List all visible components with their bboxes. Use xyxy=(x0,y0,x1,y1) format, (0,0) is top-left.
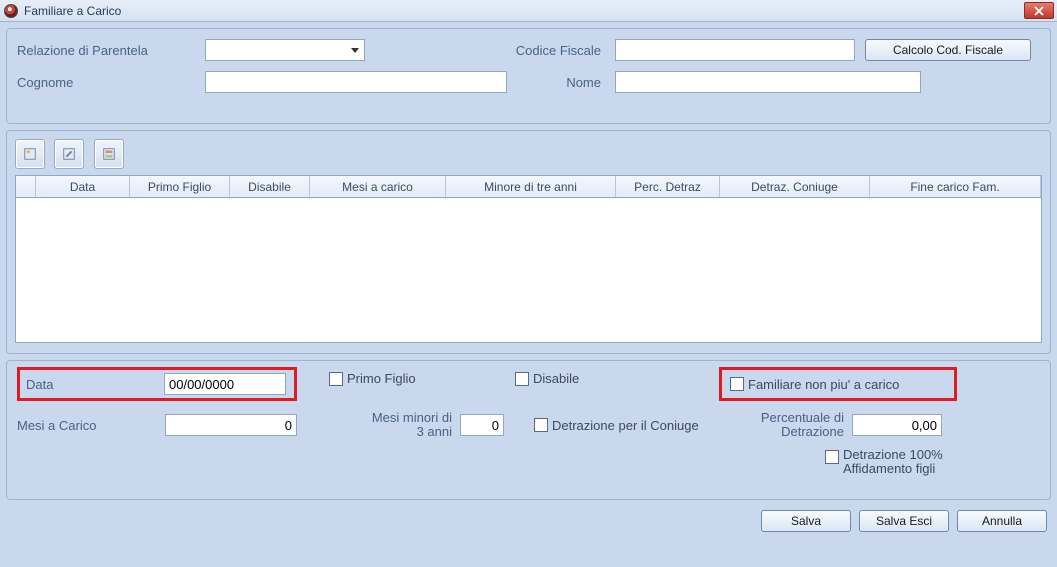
nome-input[interactable] xyxy=(615,71,921,93)
th-disabile[interactable]: Disabile xyxy=(230,176,310,197)
salva-button[interactable]: Salva xyxy=(761,510,851,532)
checkbox-icon xyxy=(515,372,529,386)
salva-esci-button[interactable]: Salva Esci xyxy=(859,510,949,532)
relazione-label: Relazione di Parentela xyxy=(17,43,205,58)
toolbar-btn-1[interactable] xyxy=(15,139,45,169)
mesi-minori-input[interactable] xyxy=(460,414,504,436)
table-header: Data Primo Figlio Disabile Mesi a carico… xyxy=(16,176,1041,198)
codice-label: Codice Fiscale xyxy=(365,43,615,58)
detail-panel: Data Primo Figlio Disabile Familiare non… xyxy=(6,360,1051,500)
th-data[interactable]: Data xyxy=(36,176,130,197)
th-perc-detraz[interactable]: Perc. Detraz xyxy=(616,176,720,197)
th-detraz-coniuge[interactable]: Detraz. Coniuge xyxy=(720,176,870,197)
perc-detraz-input[interactable] xyxy=(852,414,942,436)
data-label: Data xyxy=(26,377,164,392)
calcolo-button[interactable]: Calcolo Cod. Fiscale xyxy=(865,39,1031,61)
disabile-label: Disabile xyxy=(533,371,579,386)
th-fine-carico[interactable]: Fine carico Fam. xyxy=(870,176,1041,197)
detrazione-coniuge-checkbox[interactable]: Detrazione per il Coniuge xyxy=(534,418,734,433)
disabile-checkbox[interactable]: Disabile xyxy=(515,371,579,386)
checkbox-icon xyxy=(329,372,343,386)
primo-figlio-checkbox[interactable]: Primo Figlio xyxy=(329,371,416,386)
toolbar-btn-2[interactable] xyxy=(54,139,84,169)
data-highlight: Data xyxy=(17,367,297,401)
annulla-button[interactable]: Annulla xyxy=(957,510,1047,532)
mesi-minori-label: Mesi minori di 3 anni xyxy=(367,411,452,440)
toolbar xyxy=(15,139,1042,169)
primo-figlio-label: Primo Figlio xyxy=(347,371,416,386)
close-button[interactable] xyxy=(1024,2,1054,19)
nome-label: Nome xyxy=(507,75,615,90)
checkbox-icon xyxy=(730,377,744,391)
edit-icon xyxy=(62,147,76,161)
close-icon xyxy=(1034,6,1044,16)
checkbox-icon xyxy=(534,418,548,432)
familiare-non-piu-checkbox[interactable]: Familiare non piu' a carico xyxy=(730,377,899,392)
data-input[interactable] xyxy=(164,373,286,395)
toolbar-btn-3[interactable] xyxy=(94,139,124,169)
perc-detraz-label: Percentuale di Detrazione xyxy=(734,411,844,440)
familiare-highlight: Familiare non piu' a carico xyxy=(719,367,957,401)
detrazione-coniuge-label: Detrazione per il Coniuge xyxy=(552,418,699,433)
checkbox-icon xyxy=(825,450,839,464)
cognome-label: Cognome xyxy=(17,75,205,90)
app-icon xyxy=(4,4,18,18)
cognome-input[interactable] xyxy=(205,71,507,93)
th-primo-figlio[interactable]: Primo Figlio xyxy=(130,176,230,197)
chevron-down-icon xyxy=(351,48,359,53)
records-table[interactable]: Data Primo Figlio Disabile Mesi a carico… xyxy=(15,175,1042,343)
mesi-carico-label: Mesi a Carico xyxy=(17,418,165,433)
th-rowselector xyxy=(16,176,36,197)
titlebar: Familiare a Carico xyxy=(0,0,1057,22)
th-mesi-carico[interactable]: Mesi a carico xyxy=(310,176,446,197)
records-panel: Data Primo Figlio Disabile Mesi a carico… xyxy=(6,130,1051,354)
detraz-100-label: Detrazione 100% Affidamento figli xyxy=(843,448,963,477)
sheet-icon xyxy=(23,147,37,161)
mesi-carico-input[interactable] xyxy=(165,414,297,436)
window-title: Familiare a Carico xyxy=(24,4,121,18)
familiare-non-piu-label: Familiare non piu' a carico xyxy=(748,377,899,392)
grid-icon xyxy=(102,147,116,161)
th-minore-tre[interactable]: Minore di tre anni xyxy=(446,176,616,197)
codice-input[interactable] xyxy=(615,39,855,61)
identity-panel: Relazione di Parentela Codice Fiscale Ca… xyxy=(6,28,1051,124)
detraz-100-checkbox[interactable]: Detrazione 100% Affidamento figli xyxy=(825,448,1040,477)
footer-buttons: Salva Salva Esci Annulla xyxy=(0,506,1057,532)
relazione-select[interactable] xyxy=(205,39,365,61)
